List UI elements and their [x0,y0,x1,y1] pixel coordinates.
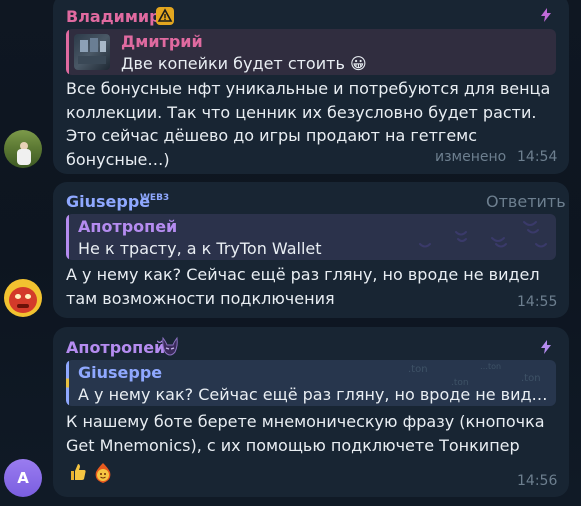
thumbs-up-icon [71,464,86,480]
reply-sender: Giuseppe [78,363,163,382]
reply-text: Две копейки будет стоить 😀 [121,54,367,73]
sender-name[interactable]: Владимир [66,7,161,26]
reaction-thumbs-up[interactable] [68,462,90,484]
reply-sender: Дмитрий [121,32,203,51]
reply-pattern-label: .ton [521,373,541,384]
sender-name[interactable]: Giuseppe [66,192,150,211]
sender-name[interactable]: Апотропей [66,338,165,357]
web3-badge: WEB3 [140,193,170,203]
demon-badge-icon [162,336,178,356]
reply-quote[interactable]: Апотропей Не к трасту, а к TryTon Wallet [66,214,556,260]
warning-badge-icon [156,7,174,25]
reply-text: А у нему как? Сейчас ещё раз гляну, но в… [78,385,548,404]
avatar[interactable] [4,279,42,317]
message-text: К нашему боте берете мнемоническую фразу… [66,412,545,455]
reaction-fire-face[interactable] [92,462,114,484]
bolt-icon [541,340,551,354]
reply-action[interactable]: Ответить [486,192,566,211]
reply-sender: Апотропей [78,217,178,236]
avatar[interactable]: A [4,459,42,497]
reply-text: Не к трасту, а к TryTon Wallet [78,239,322,258]
bolt-icon [541,8,551,22]
message-text: А у нему как? Сейчас ещё раз гляну, но в… [66,265,540,308]
reply-quote[interactable]: .ton .ton .ton …ton Giuseppe А у нему ка… [66,360,556,406]
reply-accent-bar [66,29,69,75]
fire-face-icon [95,463,111,483]
reply-pattern-label: …ton [480,362,502,371]
avatar-letter: A [17,469,29,487]
reply-accent-bar [66,214,69,260]
reply-pattern-label: .ton [408,364,428,375]
avatar[interactable] [4,130,42,168]
message-time: 14:55 [517,294,558,310]
edited-label: изменено [435,149,507,165]
message-time: 14:54 [517,149,558,165]
reply-quote[interactable]: Дмитрий Две копейки будет стоить 😀 [66,29,556,75]
message-time: 14:56 [517,473,558,489]
reply-accent-bar [66,360,69,406]
reply-thumbnail [74,34,110,70]
